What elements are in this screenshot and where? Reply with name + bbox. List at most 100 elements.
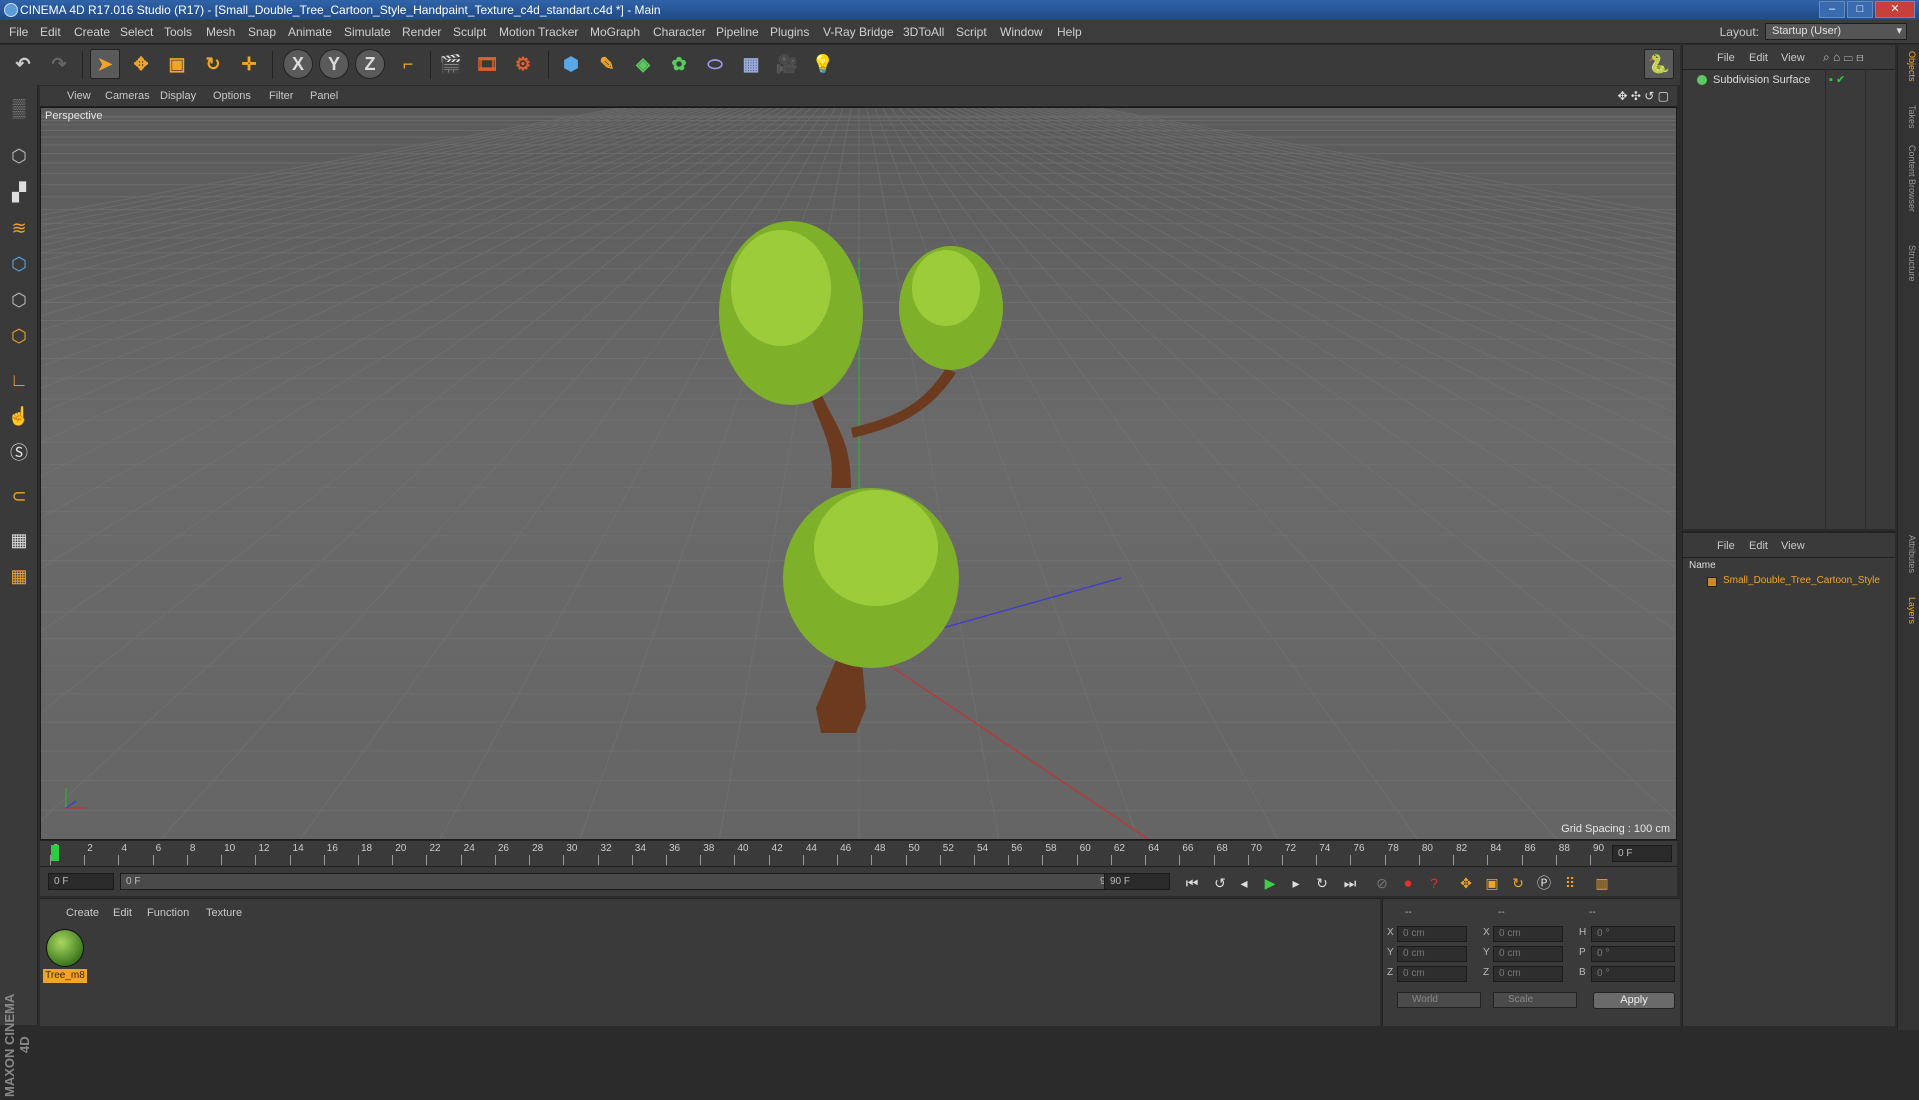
menu-sculpt[interactable]: Sculpt [453,25,486,39]
mat-menu-create[interactable]: Create [66,907,99,919]
tweak-mode-icon[interactable]: ☝ [4,401,34,431]
undo-icon[interactable]: ↶ [8,49,38,79]
snap-icon[interactable]: ⊂ [4,481,34,511]
mograph-cloner-icon[interactable]: ✿ [664,49,694,79]
render-picture-viewer-icon[interactable]: 🎞 [472,49,502,79]
mat-menu-edit[interactable]: Edit [113,907,132,919]
subdivision-icon[interactable]: ◈ [628,49,658,79]
polygons-mode-icon[interactable]: ⬡ [4,321,34,351]
layer-color-swatch[interactable] [1707,577,1717,587]
rot-b-field[interactable]: 0 ° [1591,966,1675,982]
rotate-icon[interactable]: ↻ [198,49,228,79]
apply-button[interactable]: Apply [1593,992,1675,1009]
object-visibility-check-icon[interactable]: ▪ ✔ [1829,73,1845,86]
keyframe-selection-icon[interactable]: ? [1422,872,1446,894]
menu-help[interactable]: Help [1057,25,1082,39]
axis-z-button[interactable]: Z [355,49,385,79]
size-x-field[interactable]: 0 cm [1493,926,1563,942]
key-pla-icon[interactable]: ⠿ [1558,872,1582,894]
layer-row-tree[interactable]: Small_Double_Tree_Cartoon_Style [1723,575,1893,586]
maximize-button[interactable]: □ [1847,1,1873,18]
pos-z-field[interactable]: 0 cm [1397,966,1467,982]
menu-tools[interactable]: Tools [164,25,192,39]
scale-icon[interactable]: ▣ [162,49,192,79]
close-button[interactable]: ✕ [1875,1,1915,18]
pos-x-field[interactable]: 0 cm [1397,926,1467,942]
deformer-icon[interactable]: ⬭ [700,49,730,79]
viewport-nav-icons[interactable]: ✥ ✣ ↺ ▢ [1617,89,1669,103]
key-scale-icon[interactable]: ▣ [1480,872,1504,894]
rot-p-field[interactable]: 0 ° [1591,946,1675,962]
tab-takes[interactable]: Takes [1901,105,1917,129]
record-keys-icon[interactable]: ⊘ [1370,872,1394,894]
python-icon[interactable]: 🐍 [1644,49,1674,79]
axis-y-button[interactable]: Y [319,49,349,79]
tab-content-browser[interactable]: Content Browser [1901,145,1917,212]
obj-menu-view[interactable]: View [1781,52,1805,64]
light-icon[interactable]: 💡 [808,49,838,79]
search-icon[interactable]: ⌕ ⌂ ▭ ⊟ [1823,50,1864,65]
previous-frame-icon[interactable]: ◂ [1232,872,1256,894]
layer-menu-file[interactable]: File [1717,540,1735,552]
render-view-icon[interactable]: 🎬 [436,49,466,79]
obj-menu-file[interactable]: File [1717,52,1735,64]
key-rotation-icon[interactable]: ↻ [1506,872,1530,894]
minimize-button[interactable]: – [1819,1,1845,18]
menu-mesh[interactable]: Mesh [206,25,235,39]
go-to-start-icon[interactable]: ⏮ [1180,872,1204,894]
start-frame-field[interactable]: 0 F [48,873,114,890]
vp-menu-display[interactable]: Display [160,90,196,102]
layout-select[interactable]: Startup (User) [1765,23,1907,40]
vp-menu-filter[interactable]: Filter [269,90,293,102]
axis-mode-icon[interactable]: ∟ [4,365,34,395]
timeline-ruler[interactable]: 0246810121416182022242628303234363840424… [40,840,1677,866]
vp-menu-panel[interactable]: Panel [310,90,338,102]
previous-key-icon[interactable]: ↺ [1208,872,1232,894]
vp-menu-cameras[interactable]: Cameras [105,90,150,102]
mat-menu-function[interactable]: Function [147,907,189,919]
planar-workplane-icon[interactable]: ▦ [4,561,34,591]
tab-structure[interactable]: Structure [1901,245,1917,282]
camera-icon[interactable]: 🎥 [772,49,802,79]
playhead-marker[interactable] [51,845,59,861]
pos-y-field[interactable]: 0 cm [1397,946,1467,962]
vp-menu-view[interactable]: View [67,90,91,102]
pen-spline-icon[interactable]: ✎ [592,49,622,79]
vp-menu-options[interactable]: Options [213,90,251,102]
menu-simulate[interactable]: Simulate [344,25,391,39]
end-frame-field[interactable]: 90 F [1104,873,1170,890]
menu-create[interactable]: Create [74,25,110,39]
tab-attributes[interactable]: Attributes [1901,535,1917,573]
cube-primitive-icon[interactable]: ⬢ [556,49,586,79]
size-y-field[interactable]: 0 cm [1493,946,1563,962]
edges-mode-icon[interactable]: ⬡ [4,285,34,315]
make-editable-icon[interactable]: ▒ [4,93,34,123]
select-pointer-icon[interactable]: ➤ [90,49,120,79]
workplane-mode-icon[interactable]: ≋ [4,213,34,243]
menu-select[interactable]: Select [120,25,153,39]
render-settings-icon[interactable]: ⚙ [508,49,538,79]
obj-menu-edit[interactable]: Edit [1749,52,1768,64]
live-selection-icon[interactable]: ✛ [234,49,264,79]
menu-snap[interactable]: Snap [248,25,276,39]
texture-mode-icon[interactable]: ▞ [4,177,34,207]
frame-range-slider[interactable]: 0 F 90 F [120,873,1135,890]
current-frame-field[interactable]: 0 F [1612,845,1672,862]
menu-render[interactable]: Render [402,25,441,39]
coordinate-system-icon[interactable]: ⌐ [393,49,423,79]
mat-menu-texture[interactable]: Texture [206,907,242,919]
next-key-icon[interactable]: ↻ [1310,872,1334,894]
key-position-icon[interactable]: ✥ [1454,872,1478,894]
lock-workplane-icon[interactable]: ▦ [4,525,34,555]
axis-x-button[interactable]: X [283,49,313,79]
menu-edit[interactable]: Edit [40,25,61,39]
timeline-window-icon[interactable]: ▥ [1590,872,1614,894]
coord-mode-dropdown[interactable]: World [1397,992,1481,1008]
menu-plugins[interactable]: Plugins [770,25,809,39]
tab-objects[interactable]: Objects [1901,51,1917,82]
menu-window[interactable]: Window [1000,25,1043,39]
size-mode-dropdown[interactable]: Scale [1493,992,1577,1008]
layer-menu-edit[interactable]: Edit [1749,540,1768,552]
menu-vray-bridge[interactable]: V-Ray Bridge [823,25,894,39]
menu-character[interactable]: Character [653,25,706,39]
